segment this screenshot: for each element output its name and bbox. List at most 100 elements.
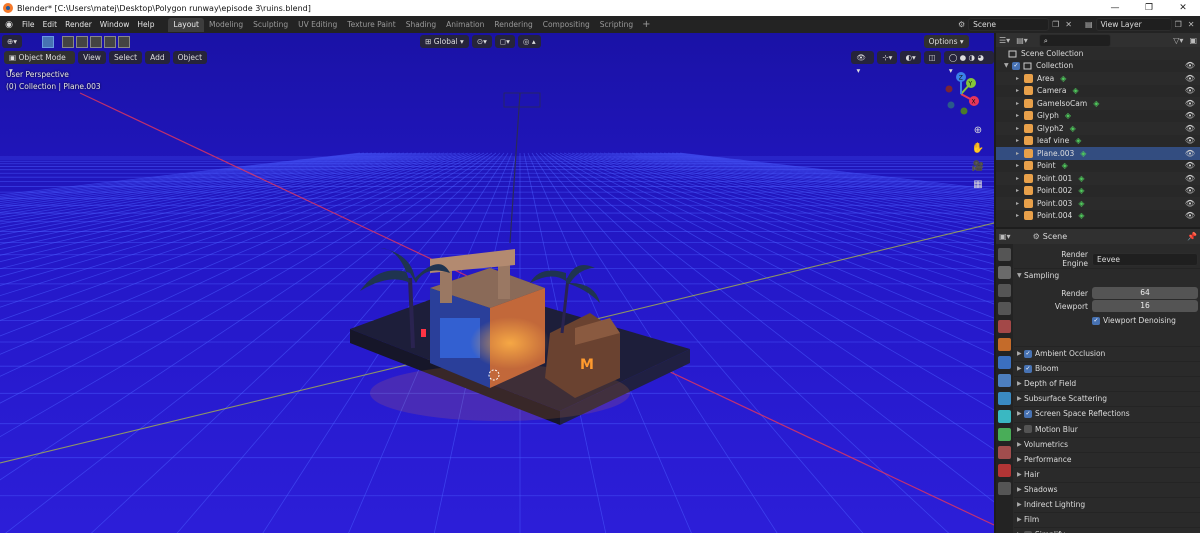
- motion-blur-checkbox[interactable]: [1024, 425, 1032, 433]
- expand-collection-icon[interactable]: ▼: [1004, 62, 1012, 69]
- panel-ambient-occlusion[interactable]: ▶ ✓ Ambient Occlusion: [1014, 346, 1200, 360]
- outliner-item-point-002[interactable]: ▸ Point.002 ◈ 👁: [996, 185, 1200, 198]
- menu-window[interactable]: Window: [96, 20, 134, 29]
- eye-icon[interactable]: 👁: [1185, 186, 1195, 195]
- scene-name-field[interactable]: Scene: [968, 17, 1050, 31]
- new-view-layer-icon[interactable]: ❐: [1172, 20, 1185, 29]
- close-button[interactable]: ✕: [1166, 0, 1200, 16]
- ambient-occlusion-checkbox[interactable]: ✓: [1024, 349, 1032, 358]
- expand-icon[interactable]: ▸: [1016, 175, 1024, 182]
- object-tab-icon[interactable]: [998, 356, 1011, 369]
- menu-select[interactable]: Select: [108, 51, 143, 64]
- transform-orientation-dropdown[interactable]: ⊞ Global ▾: [420, 35, 469, 48]
- sampling-panel-header[interactable]: ▼ Sampling: [1014, 268, 1200, 282]
- tab-texture-paint[interactable]: Texture Paint: [342, 18, 400, 32]
- eye-icon[interactable]: 👁: [1185, 211, 1195, 220]
- scene-tab-icon[interactable]: [998, 320, 1011, 333]
- outliner-item-plane-003[interactable]: ▸ Plane.003 ◈ 👁: [996, 147, 1200, 160]
- menu-help[interactable]: Help: [133, 20, 158, 29]
- collection-checkbox[interactable]: ✓: [1012, 61, 1020, 70]
- outliner-item-leaf-vine[interactable]: ▸ leaf vine ◈ 👁: [996, 135, 1200, 148]
- data-tab-icon[interactable]: [998, 446, 1011, 459]
- panel-hair[interactable]: ▶ Hair: [1014, 466, 1200, 481]
- menu-render[interactable]: Render: [61, 20, 96, 29]
- menu-add[interactable]: Add: [145, 51, 170, 64]
- menu-file[interactable]: File: [18, 20, 39, 29]
- menu-edit[interactable]: Edit: [39, 20, 62, 29]
- expand-icon[interactable]: ▸: [1016, 150, 1024, 157]
- zoom-icon[interactable]: ⊕: [971, 125, 985, 139]
- panel-motion-blur[interactable]: ▶ Motion Blur: [1014, 421, 1200, 436]
- world-tab-icon[interactable]: [998, 338, 1011, 351]
- eye-icon[interactable]: 👁: [1185, 74, 1195, 83]
- render-tab-icon[interactable]: [998, 266, 1011, 279]
- select-box-new-icon[interactable]: [62, 35, 75, 48]
- light-data-icon[interactable]: ◈: [1078, 186, 1084, 195]
- select-tool-icon[interactable]: [42, 35, 55, 48]
- properties-editor-icon[interactable]: ▣▾: [996, 232, 1014, 241]
- expand-icon[interactable]: ▸: [1016, 137, 1024, 144]
- snap-toggle[interactable]: ◻▾: [494, 35, 515, 48]
- view-layer-selector[interactable]: ▤ View Layer ❐ ✕: [1082, 17, 1198, 31]
- maximize-button[interactable]: ❐: [1132, 0, 1166, 16]
- expand-icon[interactable]: ▸: [1016, 187, 1024, 194]
- outliner-item-area[interactable]: ▸ Area ◈ 👁: [996, 72, 1200, 85]
- navigation-gizmo[interactable]: X Y Z: [938, 71, 984, 117]
- material-tab-icon[interactable]: [998, 464, 1011, 477]
- physics-tab-icon[interactable]: [998, 410, 1011, 423]
- editor-type-button[interactable]: ⊕▾: [2, 35, 23, 48]
- expand-icon[interactable]: ▸: [1016, 200, 1024, 207]
- expand-icon[interactable]: ▸: [1016, 162, 1024, 169]
- filter-icon[interactable]: ▽▾: [1170, 36, 1186, 45]
- outliner-item-camera[interactable]: ▸ Camera ◈ 👁: [996, 85, 1200, 98]
- tab-rendering[interactable]: Rendering: [489, 18, 537, 32]
- delete-scene-icon[interactable]: ✕: [1062, 20, 1075, 29]
- scene-selector[interactable]: ⚙ Scene ❐ ✕: [955, 17, 1075, 31]
- outliner-item-glyph2[interactable]: ▸ Glyph2 ◈ 👁: [996, 122, 1200, 135]
- modifier-tab-icon[interactable]: [998, 374, 1011, 387]
- shading-mode-buttons[interactable]: ◯ ● ◑ ◕ ▾: [943, 51, 994, 75]
- light-data-icon[interactable]: ◈: [1060, 74, 1066, 83]
- camera-data-icon[interactable]: ◈: [1093, 99, 1099, 108]
- tab-scripting[interactable]: Scripting: [595, 18, 638, 32]
- light-data-icon[interactable]: ◈: [1062, 161, 1068, 170]
- outliner-item-point-001[interactable]: ▸ Point.001 ◈ 👁: [996, 172, 1200, 185]
- mesh-data-icon[interactable]: ◈: [1075, 136, 1081, 145]
- eye-icon[interactable]: 👁: [1185, 99, 1195, 108]
- camera-view-icon[interactable]: 🎥: [971, 161, 985, 175]
- panel-indirect-lighting[interactable]: ▶ Indirect Lighting: [1014, 497, 1200, 511]
- view-layer-field[interactable]: View Layer: [1095, 17, 1172, 31]
- add-workspace-button[interactable]: +: [638, 19, 654, 30]
- particles-tab-icon[interactable]: [998, 392, 1011, 405]
- expand-icon[interactable]: ▸: [1016, 112, 1024, 119]
- outliner-search-input[interactable]: ⌕: [1038, 33, 1111, 47]
- outliner-item-point[interactable]: ▸ Point ◈ 👁: [996, 160, 1200, 173]
- eye-icon[interactable]: 👁: [1185, 199, 1195, 208]
- outliner-item-point-003[interactable]: ▸ Point.003 ◈ 👁: [996, 197, 1200, 210]
- bloom-checkbox[interactable]: ✓: [1024, 364, 1032, 373]
- screen-space-reflections-checkbox[interactable]: ✓: [1024, 409, 1032, 418]
- blender-menu-icon[interactable]: ◉: [0, 20, 18, 30]
- render-samples-field[interactable]: 64: [1092, 287, 1198, 299]
- tool-tab-icon[interactable]: [998, 248, 1011, 261]
- pin-icon[interactable]: 📌: [1184, 232, 1200, 241]
- viewport-denoising-checkbox[interactable]: ✓: [1092, 316, 1100, 325]
- expand-icon[interactable]: ▸: [1016, 87, 1024, 94]
- visibility-dropdown[interactable]: 👁▾: [851, 51, 875, 75]
- light-data-icon[interactable]: ◈: [1078, 199, 1084, 208]
- outliner-editor-icon[interactable]: ☰▾: [996, 36, 1013, 45]
- eye-icon[interactable]: 👁: [1185, 61, 1195, 70]
- light-data-icon[interactable]: ◈: [1078, 211, 1084, 220]
- tab-layout[interactable]: Layout: [168, 17, 204, 32]
- minimize-button[interactable]: —: [1098, 0, 1132, 16]
- new-collection-icon[interactable]: ▣: [1186, 36, 1200, 45]
- expand-icon[interactable]: ▸: [1016, 212, 1024, 219]
- modifier-icon[interactable]: ◈: [1065, 111, 1071, 120]
- select-box-extend-icon[interactable]: [76, 35, 89, 48]
- tab-compositing[interactable]: Compositing: [538, 18, 595, 32]
- tab-shading[interactable]: Shading: [401, 18, 441, 32]
- panel-performance[interactable]: ▶ Performance: [1014, 451, 1200, 466]
- eye-icon[interactable]: 👁: [1185, 124, 1195, 133]
- eye-icon[interactable]: 👁: [1185, 136, 1195, 145]
- select-box-invert-icon[interactable]: [104, 35, 117, 48]
